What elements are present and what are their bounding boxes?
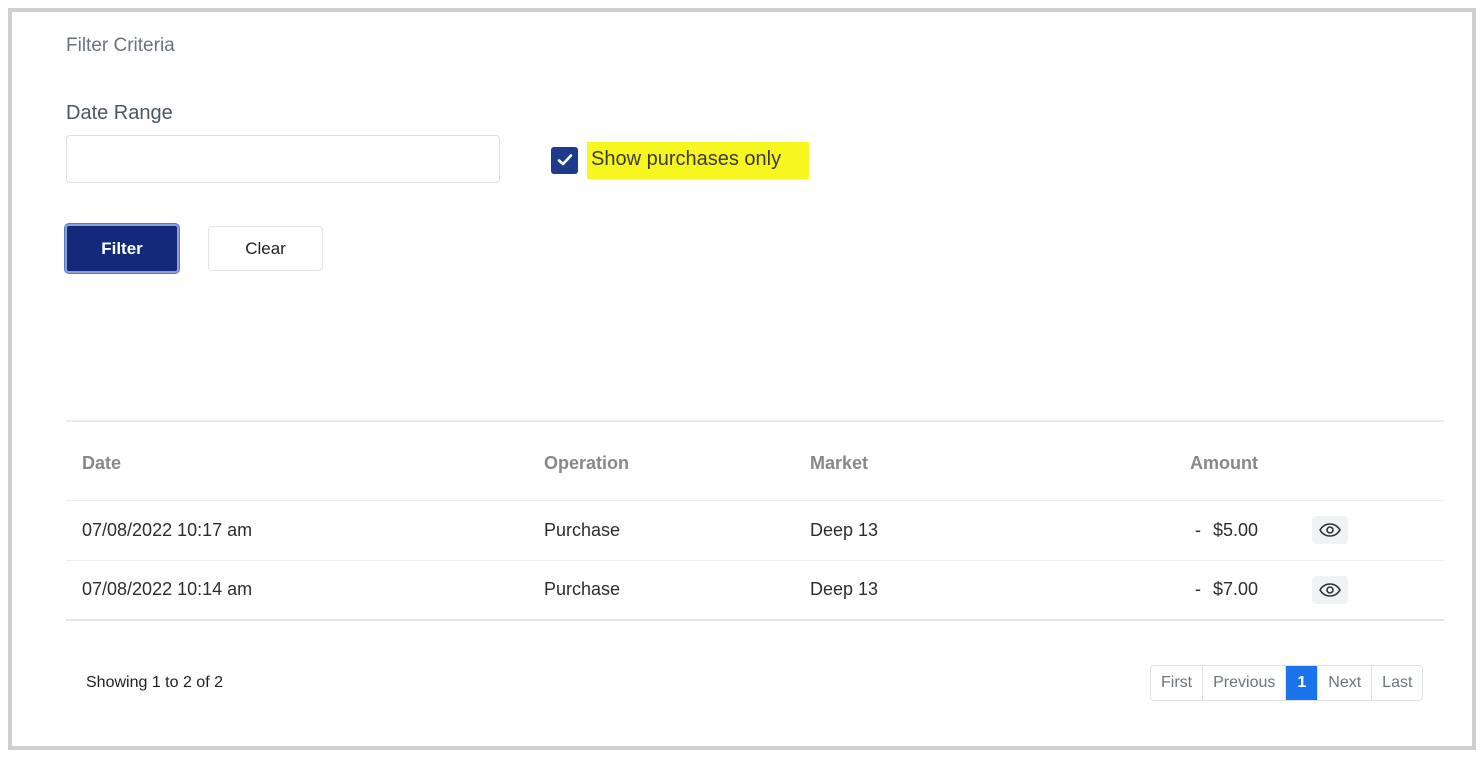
page-first-button[interactable]: First: [1151, 666, 1203, 700]
column-header-market[interactable]: Market: [810, 422, 1086, 501]
page-previous-button[interactable]: Previous: [1202, 666, 1286, 700]
filter-panel: Filter Criteria Date Range Show purchase…: [12, 12, 1472, 746]
view-details-button[interactable]: [1312, 516, 1348, 544]
row-date: 07/08/2022 10:17 am: [66, 500, 544, 561]
table-row: 07/08/2022 10:17 am Purchase Deep 13 - $5…: [66, 500, 1444, 561]
view-details-button[interactable]: [1312, 575, 1348, 604]
row-operation: Purchase: [544, 560, 810, 621]
row-amount: $7.00: [1212, 579, 1258, 600]
page-frame: Filter Criteria Date Range Show purchase…: [8, 8, 1476, 750]
row-amount-cell: - $5.00: [1086, 500, 1258, 561]
page-next-button[interactable]: Next: [1317, 666, 1372, 700]
show-purchases-label[interactable]: Show purchases only: [587, 141, 810, 179]
row-actions: [1258, 560, 1444, 621]
row-market: Deep 13: [810, 500, 1086, 561]
eye-icon: [1319, 523, 1341, 537]
show-purchases-only-control[interactable]: Show purchases only: [551, 140, 810, 180]
table-header-row: Date Operation Market Amount: [66, 422, 1444, 501]
column-header-date[interactable]: Date: [66, 422, 544, 501]
date-range-input[interactable]: [66, 135, 500, 183]
section-title: Filter Criteria: [66, 35, 175, 56]
table-row: 07/08/2022 10:14 am Purchase Deep 13 - $7…: [66, 560, 1444, 621]
check-icon: [557, 154, 572, 166]
page-last-button[interactable]: Last: [1371, 666, 1423, 700]
pagination: First Previous 1 Next Last: [1150, 665, 1424, 701]
row-actions: [1258, 500, 1444, 561]
pagination-summary: Showing 1 to 2 of 2: [86, 674, 223, 691]
row-date: 07/08/2022 10:14 am: [66, 560, 544, 621]
page-current-button[interactable]: 1: [1285, 666, 1318, 700]
row-amount-cell: - $7.00: [1086, 560, 1258, 621]
show-purchases-checkbox[interactable]: [551, 146, 578, 174]
column-header-amount[interactable]: Amount: [1086, 422, 1258, 501]
column-header-operation[interactable]: Operation: [544, 422, 810, 501]
column-header-actions: [1258, 422, 1444, 501]
row-market: Deep 13: [810, 560, 1086, 621]
date-range-label: Date Range: [66, 102, 173, 124]
clear-button[interactable]: Clear: [208, 226, 323, 271]
row-amount-sign: -: [1194, 579, 1201, 600]
filter-button[interactable]: Filter: [65, 224, 179, 273]
row-amount-sign: -: [1194, 519, 1201, 540]
transactions-table: Date Operation Market Amount 07/08/2022 …: [66, 420, 1444, 621]
eye-icon: [1319, 582, 1341, 597]
row-amount: $5.00: [1212, 519, 1258, 540]
row-operation: Purchase: [544, 500, 810, 561]
